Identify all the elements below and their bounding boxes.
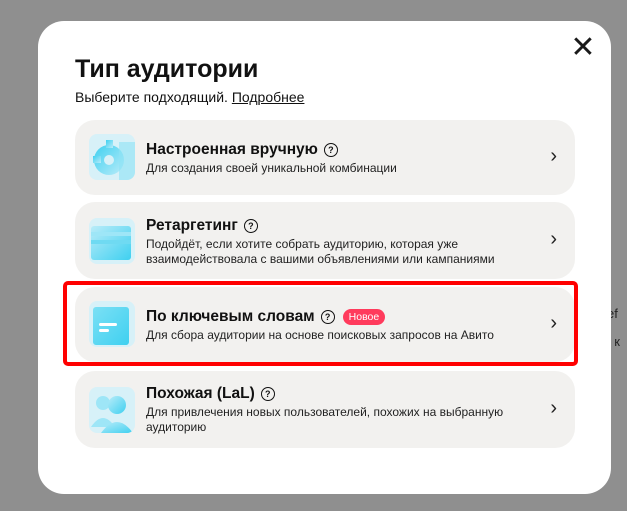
- help-icon[interactable]: ?: [323, 143, 338, 157]
- chevron-right-icon: ›: [550, 145, 557, 167]
- chevron-right-icon: ›: [550, 397, 557, 419]
- option-card-retargeting[interactable]: Ретаргетинг ? Подойдёт, если хотите собр…: [75, 202, 575, 279]
- option-description: Подойдёт, если хотите собрать аудиторию,…: [146, 237, 495, 266]
- option-card-lookalike[interactable]: Похожая (LaL) ? Для привлечения новых по…: [75, 371, 575, 448]
- chevron-right-icon: ›: [550, 228, 557, 250]
- more-link[interactable]: Подробнее: [232, 89, 305, 105]
- help-icon[interactable]: ?: [260, 387, 275, 401]
- modal-subtitle: Выберите подходящий. Подробнее: [75, 89, 304, 105]
- option-description: Для привлечения новых пользователей, пох…: [146, 405, 504, 434]
- option-title: Похожая (LaL) ?: [146, 385, 275, 403]
- option-title: Настроенная вручную ?: [146, 141, 338, 159]
- option-title-text: Ретаргетинг: [146, 217, 238, 234]
- close-icon[interactable]: ✕: [566, 33, 600, 67]
- people-icon: [89, 387, 135, 433]
- subtitle-text: Выберите подходящий.: [75, 89, 228, 105]
- option-title: Ретаргетинг ?: [146, 217, 258, 235]
- option-title-text: Похожая (LaL): [146, 385, 255, 402]
- help-icon[interactable]: ?: [243, 219, 258, 233]
- selection-highlight: [63, 281, 578, 366]
- folder-icon: [89, 218, 135, 264]
- gear-icon: [89, 134, 135, 180]
- option-card-manual[interactable]: Настроенная вручную ? Для создания своей…: [75, 120, 575, 195]
- option-description: Для создания своей уникальной комбинации: [146, 161, 397, 175]
- option-title-text: Настроенная вручную: [146, 141, 318, 158]
- modal-title: Тип аудитории: [75, 55, 259, 83]
